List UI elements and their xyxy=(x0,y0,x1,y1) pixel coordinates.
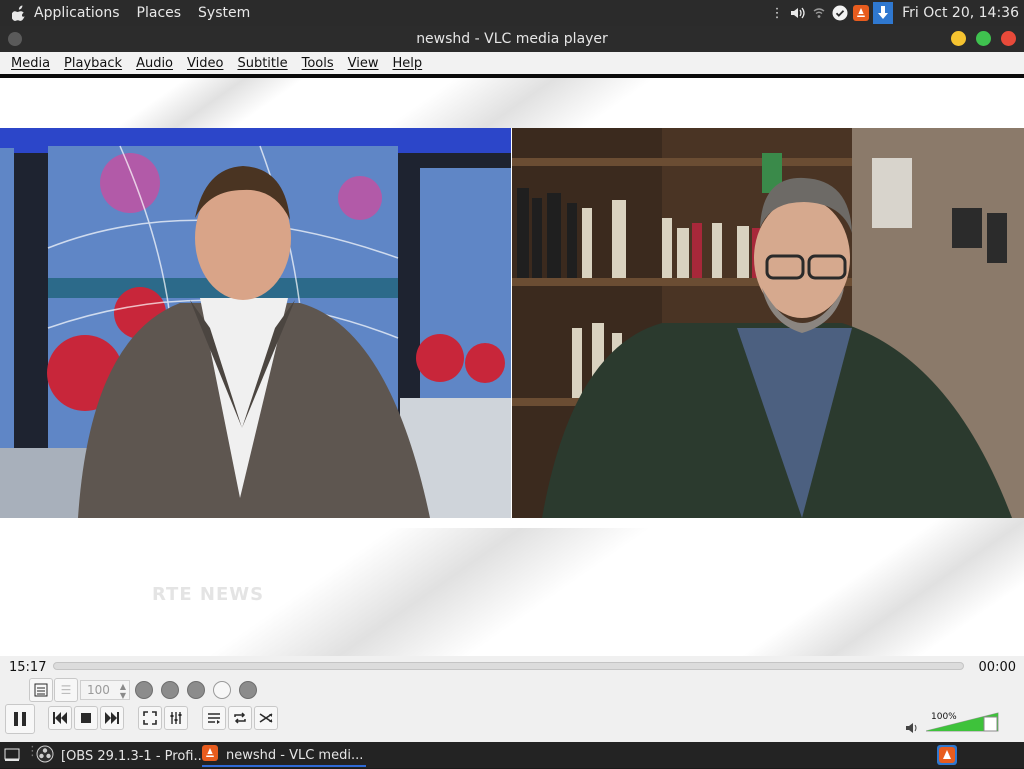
menu-video[interactable]: Video xyxy=(187,56,223,71)
frame-by-frame-icon[interactable] xyxy=(213,681,231,699)
network-icon[interactable] xyxy=(810,4,828,22)
speed-stepper-icon[interactable]: ▲ ▼ xyxy=(120,682,126,700)
equalizer-icon[interactable] xyxy=(164,706,188,730)
speed-field[interactable]: 100 ▲ ▼ xyxy=(80,680,130,700)
video-output[interactable]: RTE NEWS xyxy=(0,74,1024,656)
menu-places[interactable]: Places xyxy=(137,5,182,21)
seek-slider[interactable] xyxy=(53,662,964,670)
menu-help[interactable]: Help xyxy=(393,56,423,71)
window-menu-icon[interactable] xyxy=(8,32,22,46)
minimize-button[interactable] xyxy=(951,31,966,46)
kebab-menu-icon[interactable]: ⋮ xyxy=(768,4,786,22)
download-icon[interactable] xyxy=(873,2,894,24)
next-icon[interactable] xyxy=(100,706,124,730)
window-title: newshd - VLC media player xyxy=(416,31,608,47)
window-controls xyxy=(941,31,1016,46)
speed-value: 100 xyxy=(87,683,110,697)
vlc-task-icon xyxy=(202,745,218,765)
task-vlc[interactable]: newshd - VLC medi... xyxy=(202,745,366,767)
vlc-systray-icon[interactable] xyxy=(937,745,957,769)
stop-icon[interactable] xyxy=(74,706,98,730)
news-logo: RTE NEWS xyxy=(152,584,265,605)
volume-icon[interactable] xyxy=(789,4,807,22)
previous-icon[interactable] xyxy=(48,706,72,730)
mute-icon[interactable] xyxy=(905,720,919,739)
menu-tools[interactable]: Tools xyxy=(302,56,334,71)
menu-system[interactable]: System xyxy=(198,5,250,21)
top-panel: Applications Places System ⋮ Fri Oct 20,… xyxy=(0,0,1024,26)
playlist-icon[interactable] xyxy=(202,706,226,730)
check-icon[interactable] xyxy=(831,4,849,22)
menu-audio[interactable]: Audio xyxy=(136,56,173,71)
video-frame: RTE NEWS xyxy=(0,78,1024,656)
clock[interactable]: Fri Oct 20, 14:36 xyxy=(902,5,1019,21)
shuffle-icon[interactable] xyxy=(254,706,278,730)
guest-video xyxy=(512,128,1024,518)
close-button[interactable] xyxy=(1001,31,1016,46)
window-titlebar[interactable]: newshd - VLC media player xyxy=(0,26,1024,52)
remaining-time[interactable]: 00:00 xyxy=(979,660,1016,675)
loop-icon[interactable] xyxy=(228,706,252,730)
pause-button[interactable] xyxy=(5,704,35,734)
menu-applications[interactable]: Applications xyxy=(34,5,120,21)
obs-icon xyxy=(36,745,54,767)
menu-media[interactable]: Media xyxy=(11,56,50,71)
task-obs[interactable]: [OBS 29.1.3-1 - Profi... xyxy=(36,745,206,767)
playback-controls: 15:17 00:00 ☰ 100 ▲ ▼ 100% xyxy=(0,656,1024,742)
fullscreen-icon[interactable] xyxy=(138,706,162,730)
task-vlc-label: newshd - VLC medi... xyxy=(226,747,364,763)
snapshot-icon[interactable] xyxy=(161,681,179,699)
system-tray: ⋮ Fri Oct 20, 14:36 xyxy=(768,0,1024,26)
show-desktop-icon[interactable] xyxy=(4,748,20,766)
menu-view[interactable]: View xyxy=(348,56,379,71)
volume-slider[interactable] xyxy=(925,711,1000,733)
frame-step-icon[interactable]: ☰ xyxy=(54,678,78,702)
vlc-tray-icon[interactable] xyxy=(852,4,870,22)
menu-playback[interactable]: Playback xyxy=(64,56,122,71)
presenter-video xyxy=(0,128,511,518)
apple-icon[interactable] xyxy=(12,5,26,21)
taskbar: ⋮ [OBS 29.1.3-1 - Profi... newshd - VLC … xyxy=(0,742,1024,768)
maximize-button[interactable] xyxy=(976,31,991,46)
record-icon[interactable] xyxy=(135,681,153,699)
task-obs-label: [OBS 29.1.3-1 - Profi... xyxy=(61,748,206,764)
extended-icon[interactable] xyxy=(239,681,257,699)
menubar: Media Playback Audio Video Subtitle Tool… xyxy=(0,52,1024,74)
menu-subtitle[interactable]: Subtitle xyxy=(237,56,287,71)
loop-ab-icon[interactable] xyxy=(187,681,205,699)
elapsed-time[interactable]: 15:17 xyxy=(9,660,46,675)
frame-icon[interactable] xyxy=(29,678,53,702)
